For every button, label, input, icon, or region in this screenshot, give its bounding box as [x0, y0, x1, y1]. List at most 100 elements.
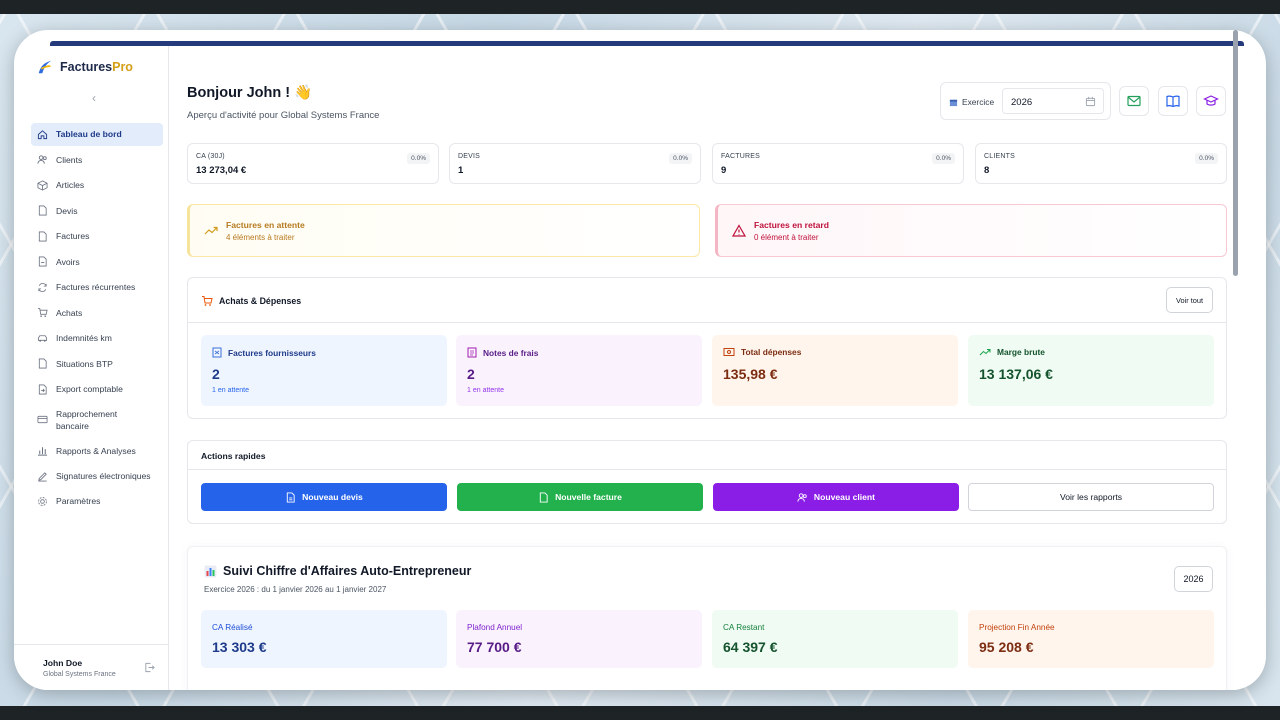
ca-value: 64 397 € [723, 639, 778, 655]
stat-label: CA (30J) [196, 153, 225, 160]
sidebar-item-label: Achats [56, 307, 83, 318]
view-reports-button[interactable]: Voir les rapports [968, 483, 1214, 511]
sidebar-item-label: Indemnités km [56, 333, 112, 344]
sidebar-item-label: Tableau de bord [56, 129, 122, 140]
ca-card-realise: CA Réalisé 13 303 € [201, 610, 447, 668]
stat-card-devis[interactable]: DEVIS 1 0.0% [449, 143, 701, 184]
metric-gross-margin[interactable]: Marge brute 13 137,06 € [968, 335, 1214, 406]
sidebar-item-factures-recurrentes[interactable]: Factures récurrentes [31, 276, 163, 299]
home-icon [37, 130, 48, 139]
metric-expense-notes[interactable]: Notes de frais 2 1 en attente [456, 335, 702, 406]
metric-sub: 1 en attente [212, 387, 249, 394]
file-icon [38, 358, 47, 369]
academy-button[interactable] [1196, 86, 1226, 116]
metric-supplier-invoices[interactable]: Factures fournisseurs 2 1 en attente [201, 335, 447, 406]
sidebar-item-avoirs[interactable]: Avoirs [31, 250, 163, 273]
sidebar-item-articles[interactable]: Articles [31, 174, 163, 197]
mail-button[interactable] [1119, 86, 1149, 116]
sidebar-item-situations-btp[interactable]: Situations BTP [31, 352, 163, 375]
export-icon [38, 384, 47, 395]
stat-label: CLIENTS [984, 153, 1015, 160]
stat-badge: 0.0% [1195, 153, 1218, 164]
guide-button[interactable] [1158, 86, 1188, 116]
car-icon [37, 335, 48, 342]
sidebar-item-indemnites-km[interactable]: Indemnités km [31, 327, 163, 350]
exercise-selector: Exercice 2026 [940, 82, 1111, 120]
pen-icon [38, 471, 47, 481]
sidebar-item-dashboard[interactable]: Tableau de bord [31, 123, 163, 146]
metric-total-expenses[interactable]: Total dépenses 135,98 € [712, 335, 958, 406]
chevron-left-icon[interactable]: ‹ [92, 91, 96, 105]
brand-logo-icon [38, 60, 52, 74]
stat-value: 9 [721, 165, 727, 176]
receipt-icon [467, 347, 477, 358]
graduation-cap-icon [1203, 95, 1219, 106]
sidebar-item-label: Factures [56, 231, 90, 242]
invoice-icon [212, 347, 222, 358]
ca-card-restant: CA Restant 64 397 € [712, 610, 958, 668]
sidebar-nav: Tableau de bord Clients Articles Devis F… [31, 123, 163, 516]
page-subtitle: Aperçu d'activité pour Global Systems Fr… [187, 110, 380, 121]
cart-icon [202, 296, 213, 306]
panel-title: Achats & Dépenses [201, 295, 301, 307]
alert-sub: 4 éléments à traiter [226, 233, 295, 242]
alert-late-invoices[interactable]: Factures en retard 0 élément à traiter [715, 204, 1227, 257]
sidebar-item-rapprochement-bancaire[interactable]: Rapprochement bancaire [31, 403, 163, 436]
stat-card-clients[interactable]: CLIENTS 8 0.0% [975, 143, 1227, 184]
box-icon [37, 180, 48, 191]
sidebar-item-clients[interactable]: Clients [31, 148, 163, 171]
sidebar-item-label: Clients [56, 154, 83, 165]
sidebar-item-label: Signatures électroniques [56, 471, 151, 481]
new-quote-button[interactable]: Nouveau devis [201, 483, 447, 511]
sidebar-item-achats[interactable]: Achats [31, 301, 163, 324]
see-all-button[interactable]: Voir tout [1166, 287, 1213, 313]
file-icon [287, 491, 295, 503]
logout-icon[interactable] [144, 662, 155, 673]
metric-value: 2 [467, 366, 475, 382]
year-selector[interactable]: 2026 [1174, 566, 1213, 592]
brand[interactable]: FacturesPro [36, 58, 133, 76]
calendar-icon [1085, 96, 1096, 107]
gear-icon [38, 497, 47, 506]
metric-value: 2 [212, 366, 220, 382]
sidebar-item-signatures[interactable]: Signatures électroniques [31, 465, 163, 488]
ca-label: CA Réalisé [212, 623, 253, 632]
user-name: John Doe [43, 658, 83, 668]
bottom-bezel [0, 706, 1280, 720]
stat-card-ca[interactable]: CA (30J) 13 273,04 € 0.0% [187, 143, 439, 184]
alert-pending-invoices[interactable]: Factures en attente 4 éléments à traiter [187, 204, 700, 257]
stat-badge: 0.0% [932, 153, 955, 164]
exercise-label: Exercice [949, 97, 994, 107]
users-icon [797, 492, 807, 502]
book-icon [1166, 95, 1180, 108]
metric-value: 135,98 € [723, 366, 778, 382]
sidebar-item-factures[interactable]: Factures [31, 225, 163, 248]
main-scrollbar[interactable] [1233, 30, 1238, 276]
sidebar-item-label: Rapports & Analyses [56, 445, 136, 456]
new-client-button[interactable]: Nouveau client [713, 483, 959, 511]
app-window: FacturesPro ‹ Tableau de bord Clients Ar… [14, 30, 1266, 690]
file-icon [38, 205, 47, 216]
sidebar-item-label: Articles [56, 180, 85, 191]
metric-label: Notes de frais [467, 347, 538, 358]
exercise-year-input[interactable]: 2026 [1002, 88, 1104, 114]
sidebar-item-label: Avoirs [56, 256, 80, 267]
sidebar-item-label: Devis [56, 205, 78, 216]
sidebar-item-parametres[interactable]: Paramètres [31, 490, 163, 513]
sidebar-item-rapports[interactable]: Rapports & Analyses [31, 439, 163, 462]
trending-up-icon [204, 226, 218, 235]
new-invoice-button[interactable]: Nouvelle facture [457, 483, 703, 511]
sidebar-item-devis[interactable]: Devis [31, 199, 163, 222]
panel-subtitle: Exercice 2026 : du 1 janvier 2026 au 1 j… [204, 585, 387, 594]
page-title: Bonjour John ! 👋 [187, 85, 313, 101]
ca-value: 13 303 € [212, 639, 267, 655]
user-box: John Doe Global Systems France [14, 644, 169, 690]
sidebar-item-export-comptable[interactable]: Export comptable [31, 378, 163, 401]
ca-label: Projection Fin Année [979, 623, 1055, 632]
divider [188, 322, 1226, 323]
bar-chart-icon [37, 447, 48, 456]
stat-card-factures[interactable]: FACTURES 9 0.0% [712, 143, 964, 184]
metric-sub: 1 en attente [467, 387, 504, 394]
metric-label: Total dépenses [723, 347, 801, 357]
sidebar-item-label: Rapprochement bancaire [56, 408, 118, 431]
